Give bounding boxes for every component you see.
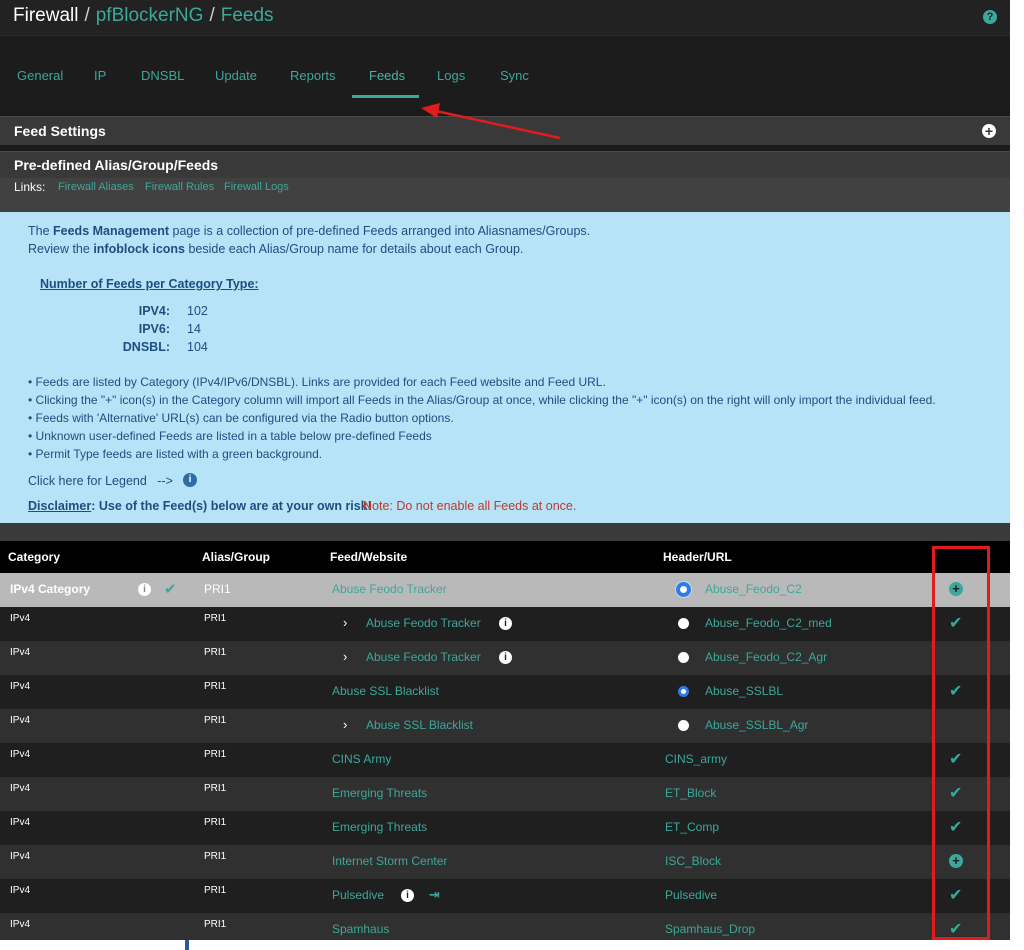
breadcrumb-feeds[interactable]: Feeds (221, 5, 274, 26)
info-icon[interactable]: i (499, 651, 512, 664)
enabled-check-icon[interactable]: ✔ (949, 783, 962, 803)
feed-link[interactable]: Abuse Feodo Tracker (366, 616, 481, 630)
table-row: IPv4 PRI1 CINS Army CINS_army ✔ (0, 743, 1010, 777)
header-url-link[interactable]: Spamhaus_Drop (665, 922, 755, 936)
table-row: IPv4 PRI1 Emerging Threats ET_Block ✔ (0, 777, 1010, 811)
tab-update[interactable]: Update (215, 68, 257, 83)
header-url-link[interactable]: Abuse_Feodo_C2 (705, 582, 802, 596)
link-firewall-logs[interactable]: Firewall Logs (224, 181, 289, 193)
feed-link[interactable]: Abuse Feodo Tracker (366, 650, 481, 664)
info-icon[interactable]: i (401, 889, 414, 902)
header-url-link[interactable]: Abuse_SSLBL (705, 684, 783, 698)
tab-dnsbl[interactable]: DNSBL (141, 68, 184, 83)
header-url-link[interactable]: Abuse_Feodo_C2_med (705, 616, 832, 630)
enabled-check-icon[interactable]: ✔ (949, 681, 962, 701)
feed-link[interactable]: Pulsedive (332, 888, 384, 902)
links-bar: Links: Firewall Aliases Firewall Rules F… (0, 178, 1010, 212)
category-check-icon[interactable]: ✔ (164, 580, 177, 598)
sign-in-icon[interactable]: ⇥ (429, 887, 440, 903)
expand-chevron-icon[interactable]: › (343, 649, 347, 664)
enabled-check-icon[interactable]: ✔ (949, 817, 962, 837)
note-text: Note: Do not enable all Feeds at once. (363, 499, 577, 513)
url-radio[interactable] (678, 720, 689, 731)
header-url-link[interactable]: Abuse_SSLBL_Agr (705, 718, 808, 732)
header-url-link[interactable]: CINS_army (665, 752, 727, 766)
table-row: IPv4 PRI1 Pulsedive i ⇥ Pulsedive ✔ (0, 879, 1010, 913)
table-header: Category Alias/Group Feed/Website Header… (0, 541, 1010, 573)
feed-link[interactable]: Abuse SSL Blacklist (332, 684, 439, 698)
table-row: IPv4 PRI1 › Abuse Feodo Tracker i Abuse_Feodo… (0, 641, 1010, 675)
link-firewall-rules[interactable]: Firewall Rules (145, 181, 214, 193)
tab-bar: General IP DNSBL Update Reports Feeds Lo… (0, 36, 1010, 108)
feed-link[interactable]: Emerging Threats (332, 786, 427, 800)
top-bar: Firewall / pfBlockerNG / Feeds ? (0, 0, 1010, 36)
header-url-link[interactable]: Pulsedive (665, 888, 717, 902)
tab-sync[interactable]: Sync (500, 68, 529, 83)
tab-ip[interactable]: IP (94, 68, 106, 83)
tab-general[interactable]: General (17, 68, 63, 83)
help-icon[interactable]: ? (983, 10, 997, 24)
url-radio[interactable] (676, 582, 691, 597)
url-radio[interactable] (678, 618, 689, 629)
expand-chevron-icon[interactable]: › (343, 615, 347, 630)
add-feed-icon[interactable]: + (949, 582, 963, 596)
active-tab-underline (352, 95, 419, 98)
tab-feeds[interactable]: Feeds (369, 68, 405, 83)
url-radio[interactable] (678, 686, 689, 697)
header-url-link[interactable]: ET_Comp (665, 820, 719, 834)
category-row: IPv4 Category i ✔ PRI1 Abuse Feodo Track… (0, 573, 1010, 607)
info-icon[interactable]: i (499, 617, 512, 630)
table-row: IPv4 PRI1 Internet Storm Center ISC_Block + (0, 845, 1010, 879)
disclaimer: Disclaimer: Use of the Feed(s) below are… (28, 499, 372, 513)
table-row: IPv4 PRI1 › Abuse SSL Blacklist Abuse_SSLBL_… (0, 709, 1010, 743)
enabled-check-icon[interactable]: ✔ (949, 613, 962, 633)
feed-link[interactable]: Spamhaus (332, 922, 389, 936)
url-radio[interactable] (678, 652, 689, 663)
feed-link[interactable]: Internet Storm Center (332, 854, 447, 868)
header-url-link[interactable]: ET_Block (665, 786, 716, 800)
header-url-link[interactable]: Abuse_Feodo_C2_Agr (705, 650, 827, 664)
breadcrumb: Firewall / pfBlockerNG / Feeds (13, 5, 274, 26)
feed-link[interactable]: CINS Army (332, 752, 391, 766)
breadcrumb-pfblockerng[interactable]: pfBlockerNG (96, 5, 204, 26)
feed-link[interactable]: Emerging Threats (332, 820, 427, 834)
feed-count-title: Number of Feeds per Category Type: (40, 277, 259, 291)
link-firewall-aliases[interactable]: Firewall Aliases (58, 181, 134, 193)
table-row: IPv4 PRI1 Emerging Threats ET_Comp ✔ (0, 811, 1010, 845)
enabled-check-icon[interactable]: ✔ (949, 749, 962, 769)
enabled-check-icon[interactable]: ✔ (949, 885, 962, 905)
tab-logs[interactable]: Logs (437, 68, 465, 83)
table-row: IPv4 PRI1 Abuse SSL Blacklist Abuse_SSLBL ✔ (0, 675, 1010, 709)
category-info-icon[interactable]: i (138, 583, 151, 596)
enabled-check-icon[interactable]: ✔ (949, 919, 962, 939)
header-url-link[interactable]: ISC_Block (665, 854, 721, 868)
feed-settings-title: Feed Settings (14, 123, 106, 139)
info-block: The Feeds Management page is a collectio… (0, 212, 1010, 523)
expand-plus-icon[interactable]: + (982, 124, 996, 138)
feed-link[interactable]: Abuse Feodo Tracker (332, 582, 447, 596)
feed-link[interactable]: Abuse SSL Blacklist (366, 718, 473, 732)
predefined-title: Pre-defined Alias/Group/Feeds (14, 157, 219, 173)
legend-link[interactable]: Click here for Legend --> (28, 474, 173, 488)
predefined-header: Pre-defined Alias/Group/Feeds (0, 151, 1010, 178)
add-feed-icon[interactable]: + (949, 854, 963, 868)
tab-reports[interactable]: Reports (290, 68, 336, 83)
legend-info-icon[interactable]: i (183, 473, 197, 487)
breadcrumb-firewall: Firewall (13, 5, 79, 26)
feed-settings-header[interactable]: Feed Settings + (0, 116, 1010, 145)
table-row: IPv4 PRI1 › Abuse Feodo Tracker i Abuse_Feodo… (0, 607, 1010, 641)
expand-chevron-icon[interactable]: › (343, 717, 347, 732)
